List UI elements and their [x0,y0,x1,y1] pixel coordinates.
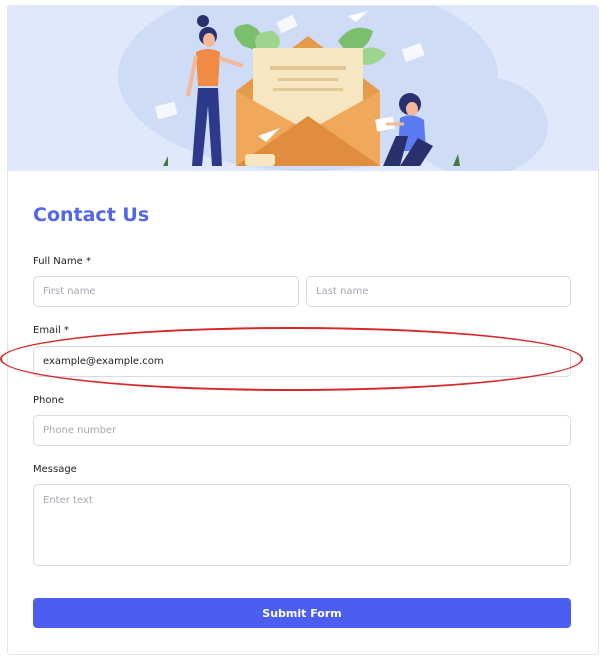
full-name-label: Full Name * [33,256,91,267]
last-name-input[interactable]: Last name [306,276,571,307]
submit-form-button[interactable]: Submit Form [33,598,571,628]
phone-label: Phone [33,395,64,406]
hero-illustration [8,6,598,171]
envelope-illustration [118,6,548,171]
message-textarea[interactable]: Enter text [33,484,571,566]
page-title: Contact Us [33,204,150,226]
email-label: Email * [33,325,69,336]
email-field[interactable]: example@example.com [33,346,571,377]
message-label: Message [33,464,77,475]
phone-input[interactable]: Phone number [33,415,571,446]
contact-form-card: Contact Us Full Name * First name Last n… [7,5,599,655]
first-name-input[interactable]: First name [33,276,299,307]
